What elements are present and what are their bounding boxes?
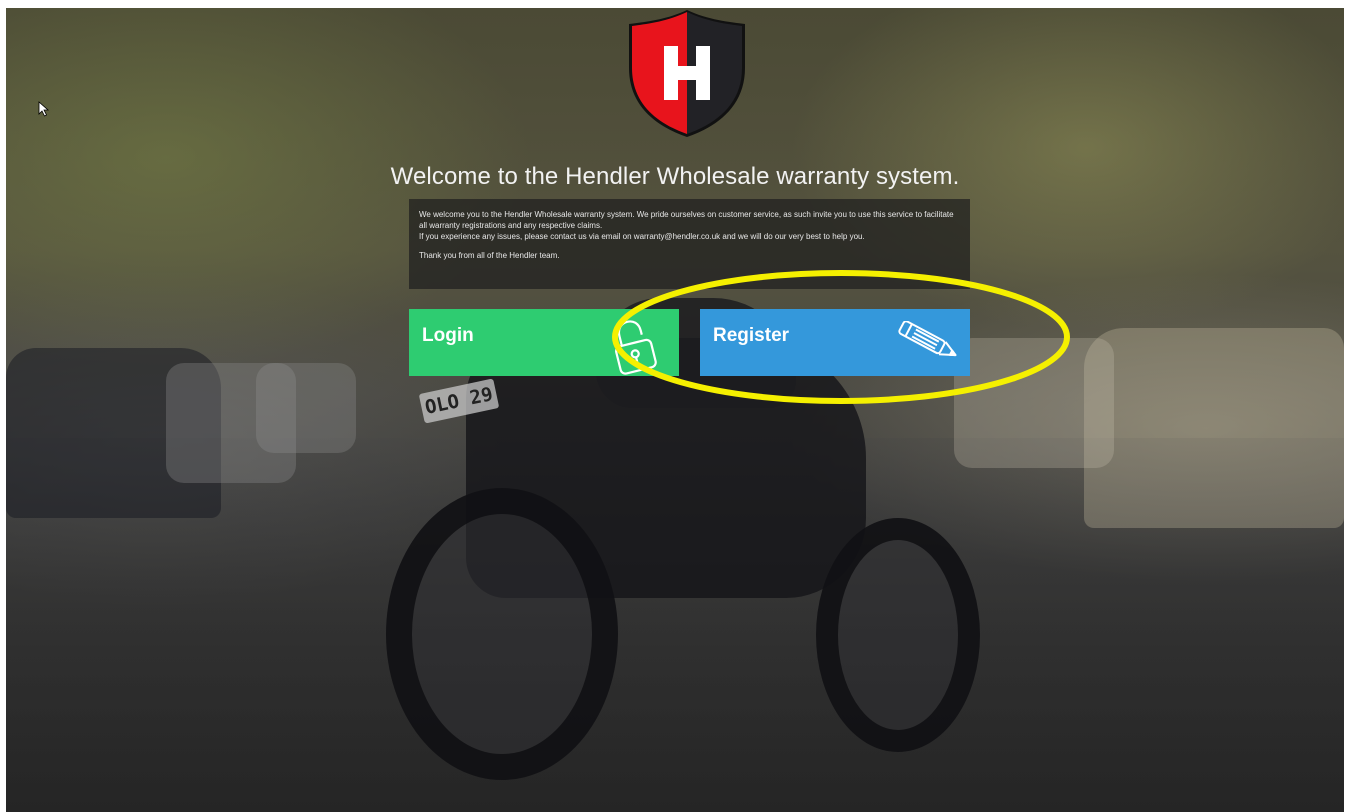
highlight-annotation-ellipse bbox=[612, 270, 1070, 404]
hendler-shield-logo bbox=[629, 10, 745, 137]
welcome-paragraph: We welcome you to the Hendler Wholesale … bbox=[419, 210, 954, 230]
mouse-cursor-icon bbox=[38, 101, 50, 117]
parked-car bbox=[256, 363, 356, 453]
thank-you-paragraph: Thank you from all of the Hendler team. bbox=[419, 251, 560, 260]
motorcycle-front-wheel bbox=[816, 518, 980, 752]
motorcycle-rear-wheel bbox=[386, 488, 618, 780]
page-title: Welcome to the Hendler Wholesale warrant… bbox=[390, 163, 960, 190]
contact-paragraph: If you experience any issues, please con… bbox=[419, 232, 865, 241]
parked-car bbox=[1084, 328, 1344, 528]
login-button-label: Login bbox=[422, 325, 474, 346]
